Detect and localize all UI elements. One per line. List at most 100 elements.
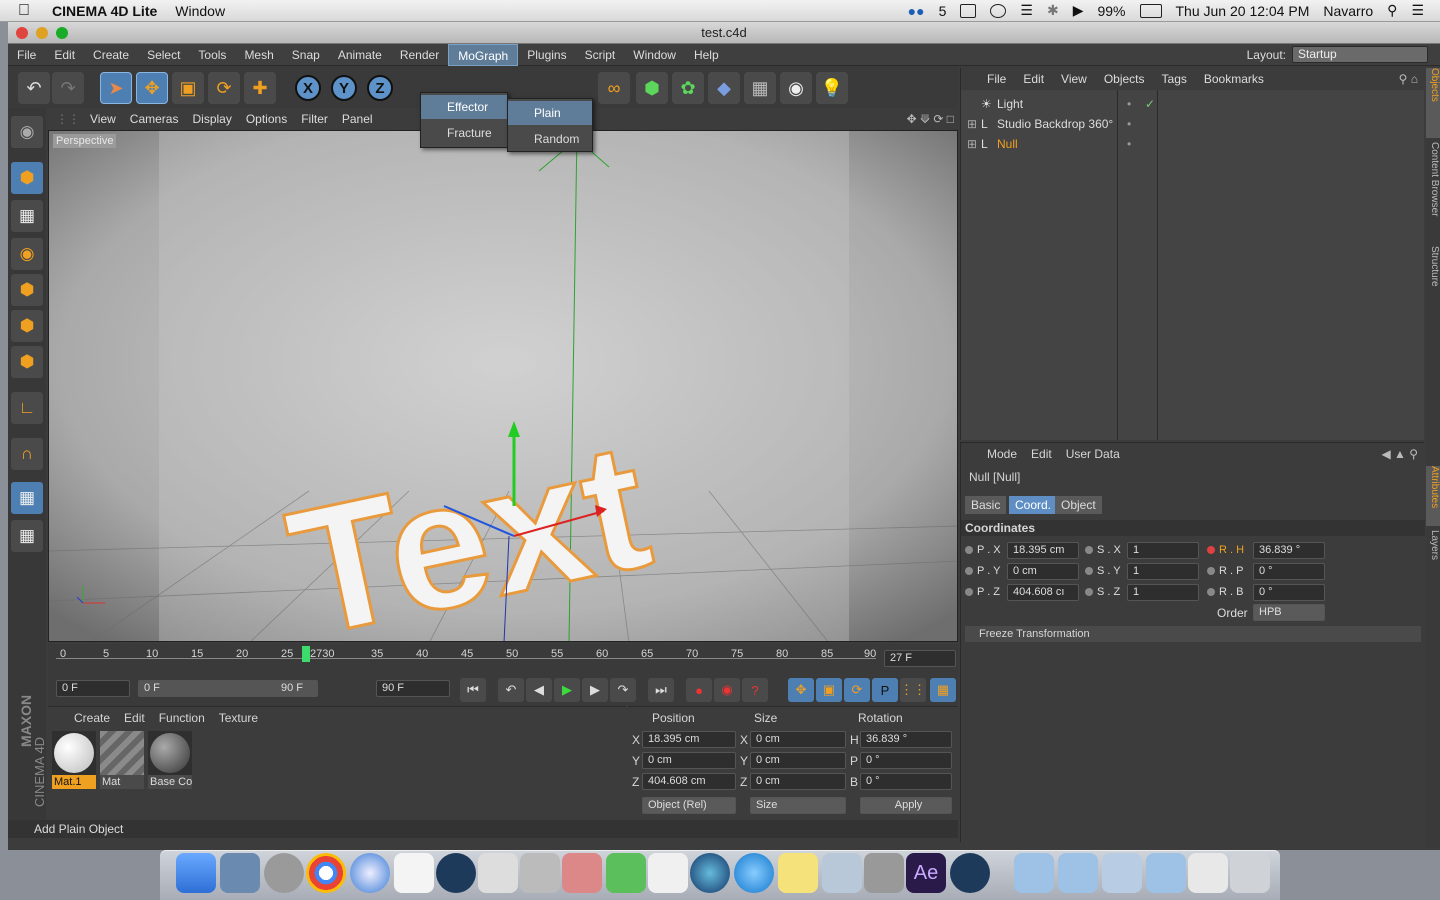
applications-folder-icon[interactable] (1014, 853, 1054, 893)
vp-menu-cameras[interactable]: Cameras (130, 112, 179, 126)
vp-menu-display[interactable]: Display (192, 112, 231, 126)
layout-dropdown[interactable]: Startup (1292, 46, 1428, 63)
model-mode-button[interactable]: ⬢ (11, 162, 43, 194)
coord-pos-y-field[interactable]: 0 cm (642, 752, 736, 769)
coord-size-z-field[interactable]: 0 cm (750, 773, 846, 790)
safari-icon[interactable] (350, 853, 390, 893)
viewport-navigation-icons[interactable]: ✥ ⟱ ⟳ □ (907, 112, 954, 126)
apply-button[interactable]: Apply (860, 797, 952, 814)
window-menu[interactable]: Window (175, 3, 225, 19)
anim-dot-sx[interactable] (1085, 546, 1093, 554)
mat-menu-function[interactable]: Function (159, 711, 205, 725)
menu-edit[interactable]: Edit (45, 44, 84, 66)
z-axis-lock[interactable]: Z (364, 72, 396, 104)
notification-center-icon[interactable]: ☰ (1411, 2, 1424, 19)
cinema4d-lite-icon[interactable] (950, 853, 990, 893)
coord-size-y-field[interactable]: 0 cm (750, 752, 846, 769)
finder-icon[interactable] (176, 853, 216, 893)
coord-pos-z-field[interactable]: 404.608 cm (642, 773, 736, 790)
previous-key-button[interactable]: ↶ (498, 678, 524, 702)
menu-item-effector[interactable]: Effector (421, 95, 507, 119)
start-frame-field[interactable]: 0 F (56, 680, 130, 697)
anim-dot-sy[interactable] (1085, 567, 1093, 575)
record-position-button[interactable]: ✥ (788, 678, 814, 702)
deformer-button[interactable]: ◆ (708, 72, 740, 104)
previous-frame-button[interactable]: ◀ (526, 678, 552, 702)
timeline-ruler[interactable]: 0 5 10 15 20 25 2730 35 40 45 50 55 60 6… (48, 644, 958, 674)
vp-menu-panel[interactable]: Panel (342, 112, 373, 126)
volume-icon[interactable]: ▶ (1073, 2, 1084, 19)
subdivision-generator-button[interactable]: ✿ (672, 72, 704, 104)
coord-rot-h-field[interactable]: 36.839 ° (860, 731, 952, 748)
menu-mograph[interactable]: MoGraph (448, 43, 519, 66)
clock[interactable]: Thu Jun 20 12:04 PM (1176, 3, 1310, 19)
menu-create[interactable]: Create (84, 44, 138, 66)
attr-sx-field[interactable]: 1 (1127, 542, 1199, 559)
material-swatch-mat1[interactable]: Mat.1 (52, 731, 96, 789)
app-store-icon[interactable] (734, 853, 774, 893)
coord-pos-x-field[interactable]: 18.395 cm (642, 731, 736, 748)
mat-menu-texture[interactable]: Texture (219, 711, 258, 725)
3d-viewport[interactable]: Text Perspective (48, 130, 958, 642)
menu-item-fracture[interactable]: Fracture (421, 121, 507, 145)
attr-menu-user-data[interactable]: User Data (1066, 447, 1120, 461)
freeze-transformation-section[interactable]: Freeze Transformation (965, 626, 1421, 642)
locked-workplane-button[interactable]: ▦ (11, 520, 43, 552)
creative-cloud-icon[interactable]: ●● (908, 3, 925, 19)
menu-plugins[interactable]: Plugins (518, 44, 575, 66)
next-key-button[interactable]: ↷ (610, 678, 636, 702)
document-stack-icon[interactable] (1188, 853, 1228, 893)
menu-item-random[interactable]: Random (508, 127, 592, 151)
minimize-button[interactable] (36, 27, 48, 39)
preview-range-slider[interactable]: 0 F 90 F (138, 680, 318, 697)
anim-dot-pz[interactable] (965, 588, 973, 596)
record-keys-button[interactable]: ● (686, 678, 712, 702)
menu-script[interactable]: Script (576, 44, 625, 66)
vp-menu-filter[interactable]: Filter (301, 112, 328, 126)
size-mode-dropdown[interactable]: Size (750, 797, 846, 814)
mat-menu-edit[interactable]: Edit (124, 711, 145, 725)
attr-menu-edit[interactable]: Edit (1031, 447, 1052, 461)
playhead[interactable] (302, 646, 310, 662)
snap-button[interactable]: ∩ (11, 438, 43, 470)
attr-rb-field[interactable]: 0 ° (1253, 584, 1325, 601)
time-machine-icon[interactable] (990, 3, 1007, 18)
stickies-icon[interactable] (778, 853, 818, 893)
record-parameter-button[interactable]: P (872, 678, 898, 702)
light-button[interactable]: 💡 (816, 72, 848, 104)
tab-attributes[interactable]: Attributes (1426, 466, 1440, 526)
apple-icon[interactable]:  (18, 2, 34, 20)
attr-nav-icons[interactable]: ◀ ▲ ⚲ (1381, 447, 1418, 461)
add-tool-button[interactable]: ✚ (244, 72, 276, 104)
tab-objects[interactable]: Objects (1426, 68, 1440, 138)
attr-sz-field[interactable]: 1 (1127, 584, 1199, 601)
camera-button[interactable]: ◉ (780, 72, 812, 104)
system-preferences-icon[interactable] (864, 853, 904, 893)
spline-pen-button[interactable]: ∞ (598, 72, 630, 104)
pen-app-icon[interactable] (520, 853, 560, 893)
axis-mode-button[interactable]: ∟ (11, 392, 43, 424)
user-name[interactable]: Navarro (1323, 3, 1373, 19)
attr-sy-field[interactable]: 1 (1127, 563, 1199, 580)
documents-folder-icon[interactable] (1058, 853, 1098, 893)
record-pla-button[interactable]: ⋮⋮ (900, 678, 926, 702)
material-swatch-mat[interactable]: Mat (100, 731, 144, 789)
menu-window[interactable]: Window (624, 44, 685, 66)
menu-snap[interactable]: Snap (283, 44, 329, 66)
menu-item-plain[interactable]: Plain (508, 101, 592, 125)
keyframe-selection-button[interactable]: ? (742, 678, 768, 702)
attr-py-field[interactable]: 0 cm (1007, 563, 1079, 580)
coord-rot-p-field[interactable]: 0 ° (860, 752, 952, 769)
obj-menu-file[interactable]: File (987, 72, 1006, 86)
object-row-backdrop[interactable]: ⊞ L Studio Backdrop 360° • (961, 114, 1425, 134)
after-effects-icon[interactable]: Ae (906, 853, 946, 893)
make-editable-button[interactable]: ◉ (11, 116, 43, 148)
obj-menu-tags[interactable]: Tags (1162, 72, 1187, 86)
go-to-start-button[interactable]: ⏮ (460, 678, 486, 702)
obj-menu-view[interactable]: View (1061, 72, 1087, 86)
attr-menu-mode[interactable]: Mode (987, 447, 1017, 461)
live-selection-button[interactable]: ➤ (100, 72, 132, 104)
workplane-mode-button[interactable]: ◉ (11, 238, 43, 270)
visibility-dots[interactable]: • (1127, 114, 1131, 134)
menu-render[interactable]: Render (391, 44, 448, 66)
